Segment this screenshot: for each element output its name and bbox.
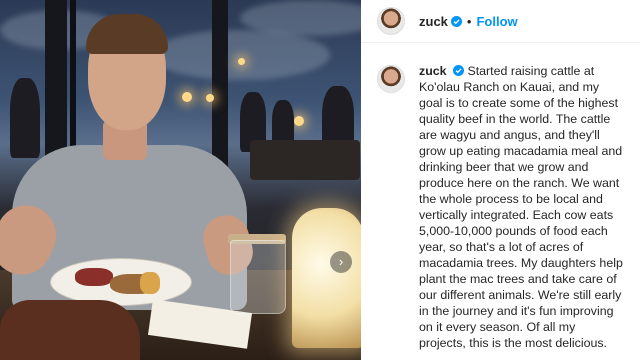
water-glass (230, 240, 286, 314)
instagram-post: › zuck • Follow zuck Started raising cat… (0, 0, 640, 360)
cloud (150, 30, 330, 80)
verified-badge-icon (453, 65, 464, 76)
avatar[interactable] (377, 7, 405, 35)
follow-button[interactable]: Follow (476, 14, 517, 29)
post-caption: zuck Started raising cattle at Ko'olau R… (361, 43, 640, 351)
post-photo: › (0, 0, 361, 360)
caption-body: Started raising cattle at Ko'olau Ranch … (419, 64, 623, 350)
avatar[interactable] (377, 65, 405, 93)
background-person (10, 78, 40, 158)
chevron-right-icon[interactable]: › (330, 251, 352, 273)
table-light (294, 116, 304, 126)
person-hair (86, 14, 168, 54)
post-sidebar: zuck • Follow zuck Started raising cattl… (361, 0, 640, 360)
username[interactable]: zuck (419, 14, 448, 29)
steak-slice (75, 268, 113, 286)
side-dish (140, 272, 160, 294)
steak-board (0, 300, 140, 360)
ceiling-light (238, 58, 245, 65)
separator: • (466, 13, 472, 29)
table-lamp (292, 208, 361, 348)
verified-badge-icon (450, 15, 462, 27)
ceiling-light (182, 92, 192, 102)
background-table (250, 140, 360, 180)
post-header: zuck • Follow (361, 0, 640, 43)
caption-text: zuck Started raising cattle at Ko'olau R… (419, 63, 623, 351)
ceiling-light (206, 94, 214, 102)
caption-username[interactable]: zuck (419, 64, 447, 78)
